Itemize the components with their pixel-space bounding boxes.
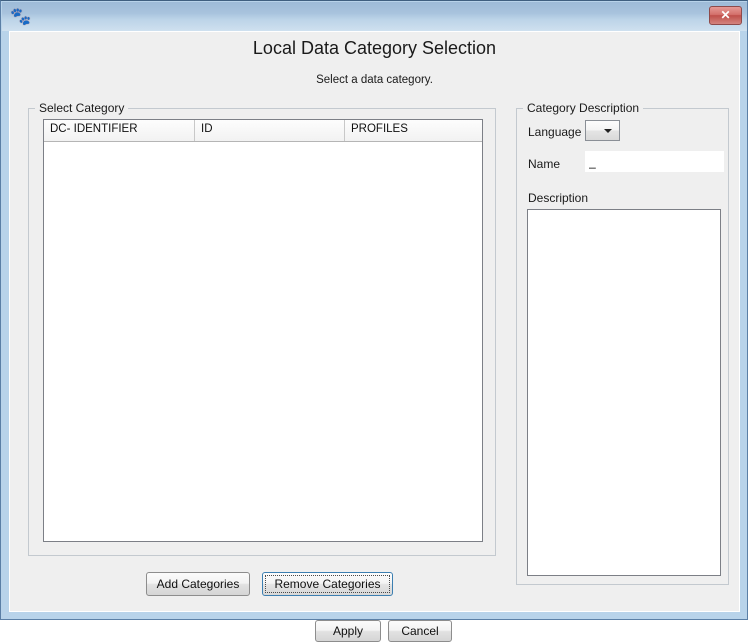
cancel-button[interactable]: Cancel: [388, 620, 452, 642]
category-description-group-label: Category Description: [523, 101, 644, 115]
page-subtitle: Select a data category.: [316, 74, 433, 86]
column-header-id[interactable]: ID: [195, 120, 345, 141]
name-label: Name: [528, 157, 561, 171]
dialog-content: Local Data Category Selection Select a d…: [10, 32, 739, 642]
description-textarea[interactable]: [527, 209, 721, 576]
apply-label: Apply: [332, 624, 364, 638]
column-header-dc-identifier[interactable]: DC- IDENTIFIER: [44, 120, 195, 141]
description-label: Description: [528, 191, 589, 205]
close-icon: ✕: [720, 8, 731, 22]
add-categories-button[interactable]: Add Categories: [146, 572, 250, 596]
language-select[interactable]: [585, 120, 620, 141]
category-description-group: Category Description Language Name Descr…: [516, 101, 729, 585]
dialog-body: Local Data Category Selection Select a d…: [9, 31, 740, 642]
cancel-label: Cancel: [401, 624, 439, 638]
chevron-down-icon: [604, 129, 612, 133]
select-category-group-label: Select Category: [35, 101, 129, 115]
language-label: Language: [528, 125, 582, 139]
table-body[interactable]: [44, 142, 482, 541]
select-category-group: Select Category DC- IDENTIFIER ID PROFIL…: [28, 101, 496, 556]
category-table[interactable]: DC- IDENTIFIER ID PROFILES: [43, 119, 483, 542]
title-bar[interactable]: 🐾 ✕: [2, 2, 747, 31]
remove-categories-button[interactable]: Remove Categories: [262, 572, 393, 596]
add-categories-label: Add Categories: [156, 577, 240, 591]
remove-categories-label: Remove Categories: [274, 577, 381, 591]
name-input[interactable]: [585, 151, 724, 172]
table-header-row: DC- IDENTIFIER ID PROFILES: [44, 120, 482, 142]
close-button[interactable]: ✕: [709, 6, 742, 25]
app-logo-icon: 🐾: [10, 7, 32, 27]
page-title: Local Data Category Selection: [252, 38, 497, 58]
apply-button[interactable]: Apply: [315, 620, 381, 642]
dialog-window: 🐾 ✕ Local Data Category Selection Select…: [0, 0, 748, 642]
column-header-profiles[interactable]: PROFILES: [345, 120, 482, 141]
